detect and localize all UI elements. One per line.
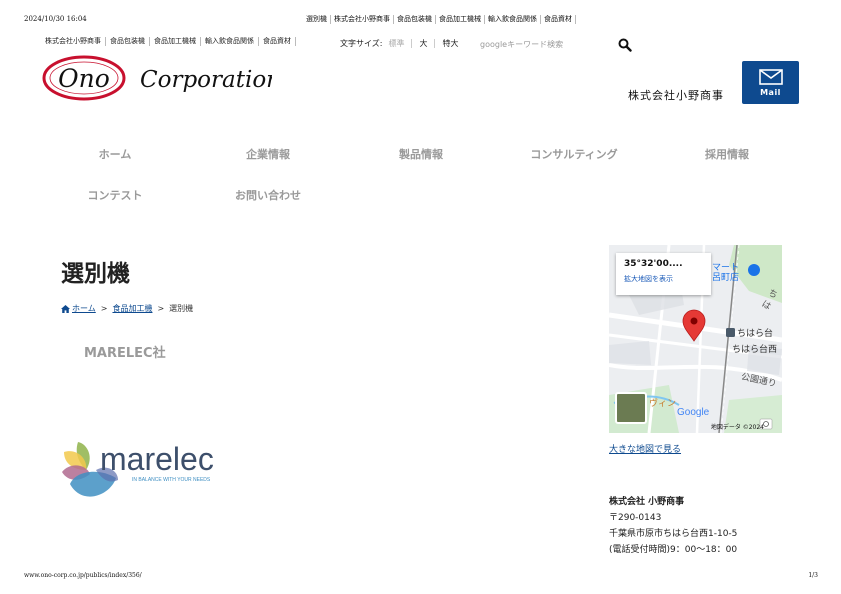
nav-recruit[interactable]: 採用情報 [705, 146, 749, 162]
utility-link-processing[interactable]: 食品加工機械 [150, 37, 201, 46]
address-hours: (電話受付時間)9：00〜18：00 [609, 545, 738, 555]
breadcrumb-separator: > [157, 304, 165, 313]
site-logo[interactable]: Ono Corporation [40, 54, 281, 102]
google-map[interactable]: 35°32'00.... 拡大地図を表示 マート 呂町店 ちは ちはら台 ちはら… [609, 245, 782, 433]
map-coordinates: 35°32'00.... [624, 259, 683, 269]
marelec-name: marelec [100, 441, 214, 477]
logo-ono: Ono [58, 64, 110, 93]
map-label-store: 呂町店 [712, 273, 740, 283]
font-size-label: 文字サイズ: [340, 39, 383, 48]
print-url: www.ono-corp.co.jp/publics/index/356/ [24, 572, 142, 579]
breadcrumb-separator: > [100, 304, 108, 313]
font-size-large[interactable]: 大 [412, 39, 436, 48]
utility-links: 株式会社小野商事 食品包装機 食品加工機械 輸入飲食品関係 食品資材 [45, 37, 296, 46]
print-title-part: 株式会社小野商事 [331, 15, 394, 24]
mail-label: Mail [760, 88, 781, 97]
map-enlarge-link[interactable]: 拡大地図を表示 [624, 274, 703, 284]
page-title: 選別機 [61, 261, 130, 287]
mail-button[interactable]: Mail [742, 61, 799, 104]
home-icon [61, 304, 70, 313]
print-title-part: 食品資材 [541, 15, 576, 24]
utility-link-company[interactable]: 株式会社小野商事 [45, 37, 106, 46]
print-date: 2024/10/30 16:04 [24, 15, 87, 23]
nav-products[interactable]: 製品情報 [399, 146, 443, 162]
address-postal: 〒290-0143 [609, 513, 662, 523]
map-label-chiharadai-nishi: ちはら台西 [732, 345, 778, 355]
marelec-logo: marelec IN BALANCE WITH YOUR NEEDS [60, 440, 230, 506]
utility-link-import[interactable]: 輸入飲食品関係 [201, 37, 259, 46]
breadcrumb-home[interactable]: ホーム [72, 303, 96, 314]
map-attribution: 地図データ ©2024 [710, 424, 764, 431]
address-street: 千葉県市原市ちはら台西1-10-5 [609, 529, 738, 539]
utility-link-materials[interactable]: 食品資材 [259, 37, 296, 46]
breadcrumb-current: 選別機 [169, 304, 194, 313]
map-info-window: 35°32'00.... 拡大地図を表示 [616, 253, 711, 295]
print-header: 2024/10/30 16:04 選別機 株式会社小野商事 食品包装機 食品加工… [0, 15, 841, 27]
breadcrumb: ホーム > 食品加工機 > 選別機 [61, 303, 193, 314]
print-title-part: 食品包装機 [394, 15, 436, 24]
search-input[interactable] [470, 35, 610, 53]
print-title: 選別機 株式会社小野商事 食品包装機 食品加工機械 輸入飲食品関係 食品資材 [306, 15, 576, 24]
print-page-number: 1/3 [808, 572, 818, 579]
maker-name: MARELEC社 [84, 346, 166, 361]
header-company-name: 株式会社小野商事 [628, 89, 724, 102]
print-title-part: 食品加工機械 [436, 15, 485, 24]
font-size-standard[interactable]: 標準 [388, 39, 413, 48]
map-label-vin: ヴィン [649, 399, 677, 409]
map-label-chiharadai: ちはら台 [737, 329, 774, 339]
search-box [470, 35, 638, 53]
nav-contest[interactable]: コンテスト [88, 187, 143, 203]
font-size-switcher: 文字サイズ: 標準 大 特大 [340, 38, 465, 49]
print-title-part: 輸入飲食品関係 [485, 15, 541, 24]
print-title-part: 選別機 [306, 15, 331, 24]
address-company: 株式会社 小野商事 [609, 497, 685, 507]
nav-consulting[interactable]: コンサルティング [530, 146, 617, 162]
mail-icon [758, 69, 783, 85]
breadcrumb-food-processing[interactable]: 食品加工機 [112, 303, 152, 314]
search-icon[interactable] [618, 37, 634, 53]
font-size-xlarge[interactable]: 特大 [435, 39, 465, 48]
nav-company[interactable]: 企業情報 [246, 146, 290, 162]
logo-corporation: Corporation [140, 67, 272, 93]
nav-home[interactable]: ホーム [99, 146, 132, 162]
map-label-google: Google [677, 407, 710, 418]
marelec-tagline: IN BALANCE WITH YOUR NEEDS [132, 477, 211, 483]
big-map-link[interactable]: 大きな地図で見る [609, 442, 681, 455]
utility-link-packaging[interactable]: 食品包装機 [106, 37, 150, 46]
nav-contact[interactable]: お問い合わせ [235, 187, 301, 203]
